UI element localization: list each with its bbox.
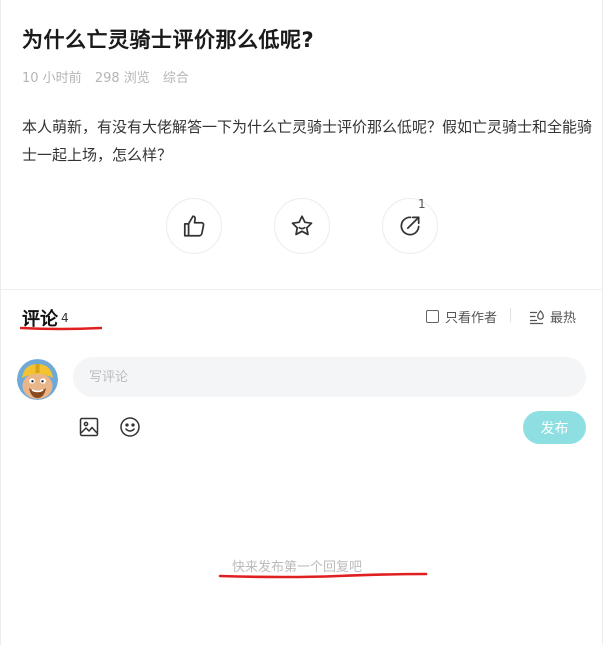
comments-count: 4 <box>61 311 69 325</box>
post-time: 10 小时前 <box>22 71 82 86</box>
checkbox-icon[interactable] <box>426 310 439 323</box>
sort-icon <box>529 309 544 324</box>
sort-toggle[interactable]: 最热 <box>529 307 576 326</box>
sort-label: 最热 <box>550 311 577 326</box>
post-views: 298 浏览 <box>94 71 150 86</box>
post-title: 为什么亡灵骑士评价那么低呢? <box>22 28 315 52</box>
share-count: 1 <box>418 197 426 211</box>
red-underline-annotation-2 <box>218 572 428 579</box>
post-meta: 10 小时前 298 浏览 综合 <box>22 67 198 86</box>
post-actions <box>0 198 603 258</box>
share-button[interactable] <box>382 198 438 254</box>
thumbs-up-icon <box>183 215 205 237</box>
post-category[interactable]: 综合 <box>163 71 189 86</box>
red-underline-annotation <box>20 326 102 331</box>
section-divider <box>1 289 602 290</box>
avatar-image <box>17 359 58 400</box>
post-body: 本人萌新，有没有大佬解答一下为什么亡灵骑士评价那么低呢？假如亡灵骑士和全能骑士一… <box>22 118 593 164</box>
only-author-label: 只看作者 <box>445 311 498 326</box>
user-avatar[interactable] <box>17 359 58 400</box>
page-frame <box>0 0 603 645</box>
share-icon <box>400 216 420 236</box>
favorite-button[interactable] <box>274 198 330 254</box>
insert-image-button[interactable] <box>78 416 100 438</box>
toolbar-separator <box>510 308 511 322</box>
only-author-toggle[interactable]: 只看作者 <box>426 307 497 326</box>
comment-input[interactable] <box>73 357 586 397</box>
emoji-icon <box>120 417 140 437</box>
insert-emoji-button[interactable] <box>119 416 141 438</box>
like-button[interactable] <box>166 198 222 254</box>
star-icon <box>291 215 313 236</box>
publish-button[interactable]: 发布 <box>523 411 586 444</box>
image-icon <box>79 417 99 437</box>
